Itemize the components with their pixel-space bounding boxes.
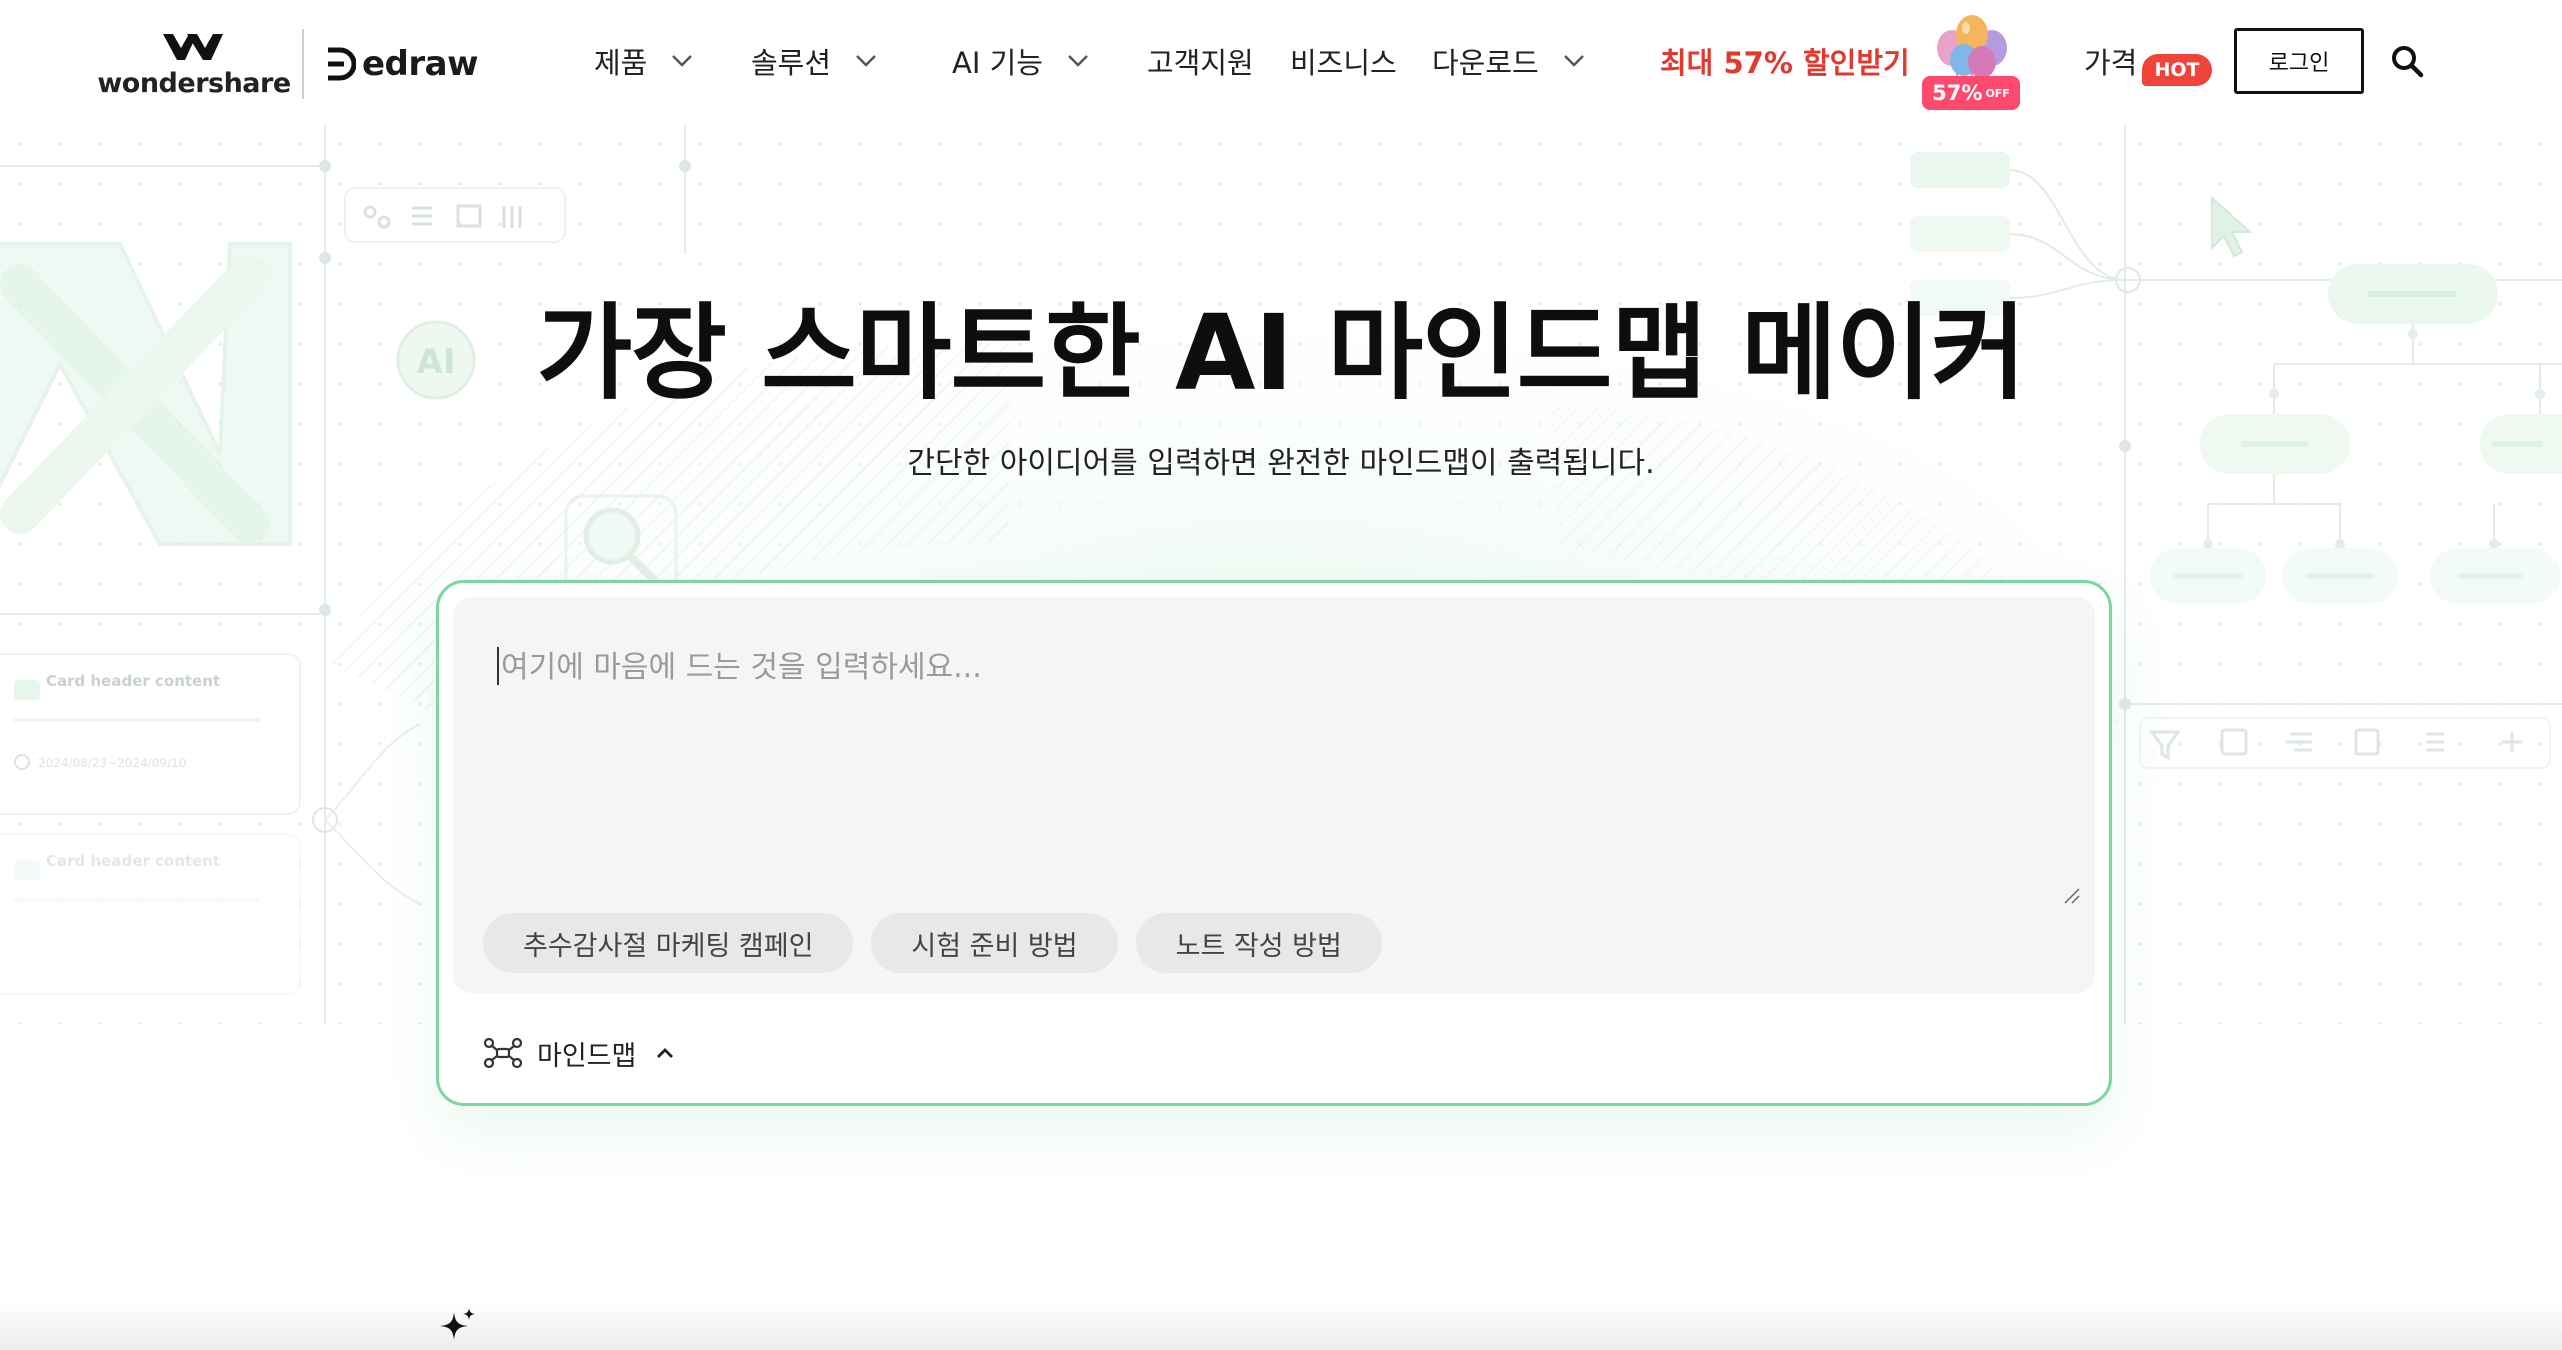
output-mode-label: 마인드맵 — [537, 1040, 637, 1072]
login-button[interactable]: 로그인 — [2234, 28, 2364, 94]
output-mode-select[interactable]: 마인드맵 — [483, 1029, 674, 1077]
decor-card-date-1: 2024/08/23~2024/09/10 — [38, 756, 186, 770]
nav-item-label: 고객지원 — [1147, 46, 1254, 80]
nav-promo-link[interactable]: 최대 57% 할인받기 — [1660, 36, 1910, 86]
mindmap-icon — [483, 1037, 523, 1069]
decor-card-2: Card header content — [0, 833, 301, 995]
page-subtitle: 간단한 아이디어를 입력하면 완전한 마인드맵이 출력됩니다. — [907, 446, 1655, 481]
nav-item-business[interactable]: 비즈니스 — [1290, 36, 1397, 86]
nav-item-label: AI 기능 — [952, 46, 1043, 80]
discount-badge: 57% OFF — [1922, 76, 2020, 110]
nav-item-label: 가격 — [2084, 46, 2138, 80]
nav-item-support[interactable]: 고객지원 — [1147, 36, 1254, 86]
suggestion-chip[interactable]: 노트 작성 방법 — [1135, 913, 1382, 973]
chevron-down-icon — [1563, 55, 1584, 67]
chevron-up-icon — [657, 1048, 674, 1058]
decor-card-1: Card header content 2024/08/23~2024/09/1… — [0, 653, 301, 815]
nav-item-label: 비즈니스 — [1290, 46, 1397, 80]
page-title: 가장 스마트한 AI 마인드맵 메이커 — [536, 292, 2027, 414]
prompt-input[interactable] — [499, 637, 2059, 697]
nav-item-ai-features[interactable]: AI 기능 — [952, 36, 1089, 86]
nav-item-label: 솔루션 — [751, 46, 832, 80]
nav-item-label: 제품 — [594, 46, 648, 80]
resize-grip-icon[interactable] — [2063, 887, 2081, 905]
site-header: wondershare edraw 제품 솔루션 AI 기능 고객지원 비즈니스… — [0, 0, 2562, 124]
search-icon[interactable] — [2390, 44, 2424, 78]
suggestion-chips: 추수감사절 마케팅 캠페인 시험 준비 방법 노트 작성 방법 — [483, 913, 1382, 973]
nav-item-solutions[interactable]: 솔루션 — [751, 36, 877, 86]
decor-card-header-1: Card header content — [46, 672, 220, 690]
prompt-input-area: 추수감사절 마케팅 캠페인 시험 준비 방법 노트 작성 방법 — [453, 597, 2095, 993]
chevron-down-icon — [672, 55, 693, 67]
suggestion-chip[interactable]: 시험 준비 방법 — [871, 913, 1118, 973]
decor-card-header-2: Card header content — [46, 852, 220, 870]
bottom-fade — [0, 1300, 2562, 1350]
nav-item-download[interactable]: 다운로드 — [1432, 36, 1585, 86]
discount-badge-value: 57% — [1932, 81, 1983, 105]
nav-item-label: 다운로드 — [1432, 46, 1539, 80]
ai-prompt-card: 추수감사절 마케팅 캠페인 시험 준비 방법 노트 작성 방법 마인드맵 — [436, 580, 2112, 1106]
suggestion-chip[interactable]: 추수감사절 마케팅 캠페인 — [483, 913, 854, 973]
sparkle-icon[interactable] — [436, 1306, 478, 1348]
nav-item-pricing[interactable]: 가격 — [2084, 36, 2137, 86]
chevron-down-icon — [1068, 55, 1088, 67]
hot-badge: HOT — [2142, 54, 2212, 86]
chevron-down-icon — [856, 55, 876, 67]
discount-badge-suffix: OFF — [1985, 86, 2010, 100]
nav-item-products[interactable]: 제품 — [594, 36, 693, 86]
